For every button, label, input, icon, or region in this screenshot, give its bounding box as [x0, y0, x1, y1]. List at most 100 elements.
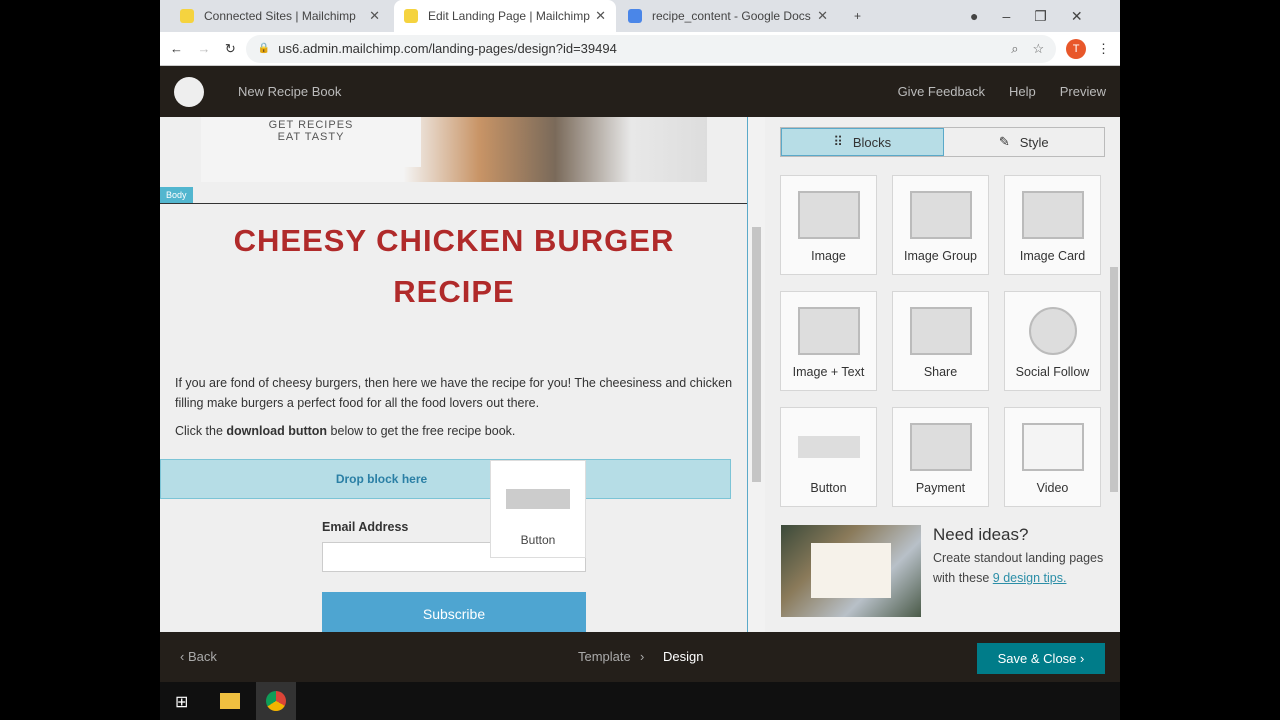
close-tab-icon[interactable]: ✕	[817, 8, 828, 24]
block-social-follow[interactable]: Social Follow	[1004, 291, 1101, 391]
zoom-icon[interactable]: ⌕	[1011, 41, 1018, 57]
browser-window: Connected Sites | Mailchimp ✕ Edit Landin…	[160, 0, 1120, 682]
image-group-icon	[909, 191, 972, 239]
tab-label: Style	[1019, 134, 1049, 150]
give-feedback-link[interactable]: Give Feedback	[898, 84, 985, 99]
tab-title: Connected Sites | Mailchimp	[204, 9, 356, 23]
save-label: Save & Close	[997, 651, 1077, 666]
mailchimp-favicon-icon	[180, 9, 194, 23]
text: Click the	[175, 424, 227, 438]
ideas-thumbnail	[781, 525, 921, 617]
share-icon	[909, 307, 972, 355]
page-title: New Recipe Book	[238, 84, 342, 99]
tab-blocks[interactable]: ⠿ Blocks	[781, 128, 944, 156]
block-label: Share	[923, 365, 958, 379]
block-image-text[interactable]: Image + Text	[780, 291, 877, 391]
file-explorer-icon[interactable]	[220, 693, 240, 709]
download-paragraph[interactable]: Click the download button below to get t…	[175, 421, 735, 441]
close-window-icon[interactable]: ✕	[1071, 8, 1083, 25]
new-tab-icon[interactable]: +	[844, 0, 871, 32]
drop-zone[interactable]: Drop block here	[160, 459, 731, 499]
button-icon	[506, 489, 570, 509]
tab-strip: Connected Sites | Mailchimp ✕ Edit Landin…	[160, 0, 1120, 32]
block-label: Button	[810, 481, 847, 495]
block-button[interactable]: Button	[780, 407, 877, 507]
address-bar: ← → ↻ 🔒 us6.admin.mailchimp.com/landing-p…	[160, 32, 1120, 66]
block-label: Social Follow	[1015, 365, 1090, 379]
body-section-tag: Body	[160, 187, 193, 203]
block-label: Image	[811, 249, 846, 263]
lock-icon: 🔒	[257, 43, 271, 54]
block-image[interactable]: Image	[780, 175, 877, 275]
blocks-panel: ⠿ Blocks ✎ Style Image Image Group Image C…	[765, 117, 1120, 632]
tab-title: recipe_content - Google Docs	[652, 9, 811, 23]
url-text: us6.admin.mailchimp.com/landing-pages/de…	[278, 41, 617, 56]
chevron-right-icon: ›	[640, 649, 645, 664]
tab-label: Blocks	[852, 134, 892, 150]
tab-style[interactable]: ✎ Style	[944, 128, 1105, 156]
subscribe-button[interactable]: Subscribe	[322, 592, 586, 632]
section-divider	[160, 203, 747, 204]
dragging-button-block[interactable]: Button	[490, 460, 586, 558]
back-icon[interactable]: ←	[170, 41, 183, 56]
step-template[interactable]: Template	[578, 649, 631, 664]
design-tips-link[interactable]: 9 design tips.	[993, 571, 1067, 585]
preview-link[interactable]: Preview	[1060, 84, 1106, 99]
mailchimp-favicon-icon	[404, 9, 418, 23]
block-share[interactable]: Share	[892, 291, 989, 391]
forward-icon[interactable]: →	[197, 41, 210, 56]
recipe-heading[interactable]: CHEESY CHICKEN BURGER RECIPE	[160, 215, 747, 317]
image-card-icon	[1021, 191, 1084, 239]
block-label: Image Group	[904, 249, 977, 263]
docs-favicon-icon	[628, 9, 642, 23]
tab-connected-sites[interactable]: Connected Sites | Mailchimp ✕	[170, 0, 390, 32]
close-tab-icon[interactable]: ✕	[595, 8, 606, 24]
image-text-icon	[797, 307, 860, 355]
grid-icon: ⠿	[833, 134, 843, 149]
window-controls: ● – ❐ ✕	[960, 0, 1093, 32]
windows-start-icon[interactable]: ⊞	[175, 692, 188, 712]
url-field[interactable]: 🔒 us6.admin.mailchimp.com/landing-pages/d…	[245, 34, 1057, 63]
play-icon	[1021, 423, 1084, 471]
block-label: Image Card	[1019, 249, 1086, 263]
text: below to get the free recipe book.	[327, 424, 516, 438]
minimize-icon[interactable]: –	[1002, 8, 1010, 24]
design-canvas: GET RECIPES EAT TASTY Body CHEESY CHICKE…	[160, 117, 748, 632]
canvas-scrollbar[interactable]	[748, 117, 765, 632]
hero-image[interactable]: GET RECIPES EAT TASTY	[201, 117, 707, 182]
back-button[interactable]: ‹ Back	[180, 649, 217, 664]
back-label: Back	[187, 649, 217, 664]
image-icon	[797, 191, 860, 239]
panel-scrollbar[interactable]	[1108, 172, 1120, 502]
credit-card-icon	[909, 423, 972, 471]
block-image-card[interactable]: Image Card	[1004, 175, 1101, 275]
save-close-button[interactable]: Save & Close ›	[977, 643, 1105, 674]
app-header: New Recipe Book Give Feedback Help Preview	[160, 66, 1120, 117]
help-link[interactable]: Help	[1009, 84, 1036, 99]
email-label: Email Address	[322, 520, 409, 534]
bold-text: download button	[226, 424, 328, 438]
reload-icon[interactable]: ↻	[225, 41, 236, 57]
ideas-title: Need ideas?	[933, 525, 1029, 544]
intro-paragraph[interactable]: If you are fond of cheesy burgers, then …	[175, 373, 735, 413]
tab-edit-landing-page[interactable]: Edit Landing Page | Mailchimp ✕	[394, 0, 616, 32]
profile-dropdown-icon[interactable]: ●	[970, 8, 978, 24]
bookmark-star-icon[interactable]: ☆	[1033, 41, 1045, 57]
block-label: Payment	[915, 481, 966, 495]
hero-text: GET RECIPES EAT TASTY	[201, 117, 421, 167]
chrome-taskbar-icon[interactable]	[256, 682, 296, 720]
taskbar: ⊞	[160, 682, 1120, 720]
mailchimp-logo-icon[interactable]	[174, 76, 204, 107]
menu-icon[interactable]: ⋮	[1097, 41, 1110, 57]
close-tab-icon[interactable]: ✕	[369, 8, 380, 24]
block-video[interactable]: Video	[1004, 407, 1101, 507]
block-label: Video	[1036, 481, 1069, 495]
block-payment[interactable]: Payment	[892, 407, 989, 507]
restore-icon[interactable]: ❐	[1034, 8, 1047, 25]
social-follow-icon	[1028, 307, 1077, 355]
tab-title: Edit Landing Page | Mailchimp	[428, 9, 590, 23]
block-image-group[interactable]: Image Group	[892, 175, 989, 275]
step-design[interactable]: Design	[663, 649, 703, 664]
tab-google-docs[interactable]: recipe_content - Google Docs ✕	[618, 0, 838, 32]
profile-avatar[interactable]: T	[1066, 38, 1087, 59]
